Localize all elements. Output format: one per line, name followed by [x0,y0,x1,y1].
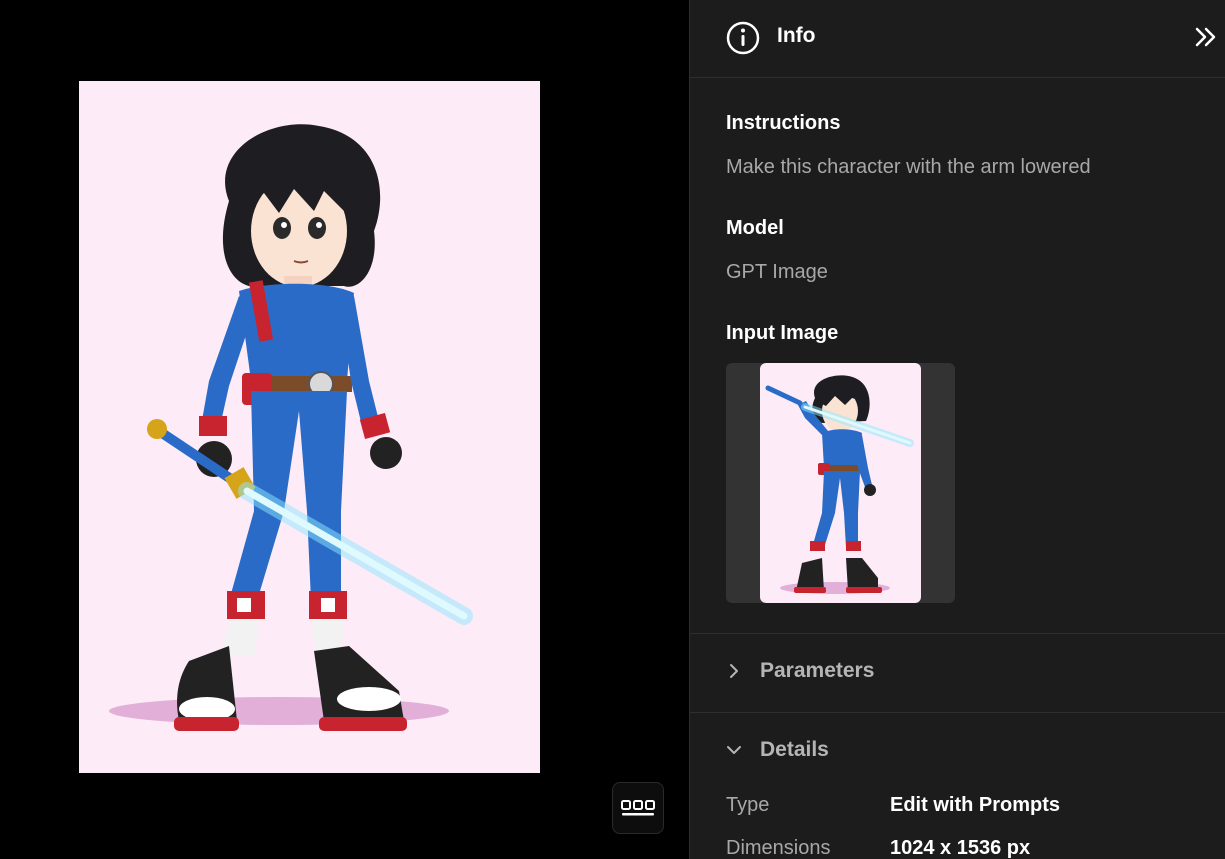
parameters-accordion[interactable]: Parameters [726,659,874,683]
detail-type-value: Edit with Prompts [890,794,1060,816]
model-label: Model [726,217,784,239]
chevron-right-icon [730,664,738,678]
input-image-label: Input Image [726,322,839,344]
double-chevron-right-icon[interactable] [1194,26,1216,48]
section-divider [690,712,1225,713]
details-accordion[interactable]: Details [726,738,829,762]
detail-type-key: Type [726,794,770,816]
chevron-down-icon [727,746,741,754]
detail-dimensions-key: Dimensions [726,837,831,859]
info-icon [726,21,760,55]
panel-title: Info [777,24,816,47]
section-divider [690,633,1225,634]
parameters-label: Parameters [760,659,875,682]
input-image-thumbnail[interactable] [760,363,921,603]
input-character-thumbnail [765,375,914,594]
input-image-frame[interactable] [726,363,955,603]
instructions-value: Make this character with the arm lowered [726,156,1091,178]
generated-image[interactable] [79,81,540,773]
gallery-toggle-button[interactable] [612,782,664,834]
detail-dimensions-value: 1024 x 1536 px [890,837,1031,859]
gallery-grid-icon [621,800,655,816]
details-label: Details [760,738,829,761]
image-viewer [0,0,689,859]
character-illustration [109,124,473,731]
panel-header: Info [690,0,1225,78]
model-value: GPT Image [726,261,828,283]
instructions-label: Instructions [726,112,841,134]
info-panel: Info Instructions Make this character wi… [689,0,1225,859]
